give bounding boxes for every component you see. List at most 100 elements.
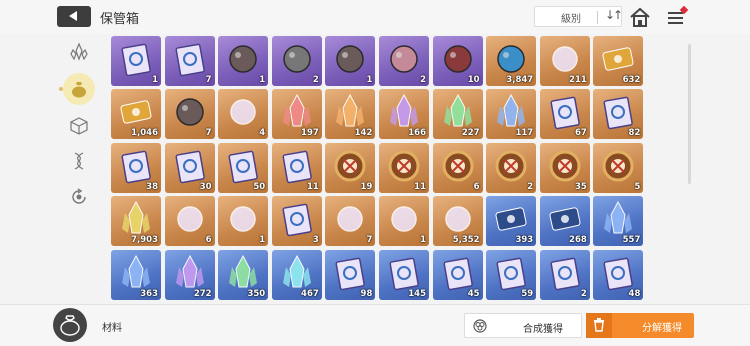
green-crystal-icon [443,94,472,127]
rock-core-icon [336,45,365,73]
inventory-item-blade-gear[interactable]: 2 [486,142,537,193]
item-count: 19 [360,181,373,192]
inventory-item-music-charm[interactable]: 5,352 [432,196,483,247]
inventory-item-violet-crystal[interactable]: 166 [379,89,429,140]
inventory-item-shield-gear[interactable]: 11 [379,142,429,193]
pink-ore-icon [390,45,418,73]
inventory-item-gold-crescent[interactable]: 4 [218,89,269,140]
item-count: 117 [515,128,534,139]
home-icon[interactable] [629,7,651,27]
synthesize-acquire-button[interactable]: 合成獲得 [464,313,582,338]
item-count: 11 [414,181,426,192]
inventory-item-green-shard[interactable]: 350 [218,249,269,300]
inventory-item-blue-shard[interactable]: 557 [593,196,644,247]
inventory-item-gold-sprout[interactable]: 7,903 [111,196,161,247]
inventory-item-blue-shard-2[interactable]: 363 [111,249,161,300]
item-count: 4 [259,128,266,139]
gold-chip-icon [120,100,152,125]
inventory-item-blue-gem[interactable]: 6 [164,196,215,247]
trash-icon [594,318,604,332]
tab-boxes[interactable] [63,110,95,142]
inventory-item-dark-eye[interactable]: 7 [164,89,215,140]
back-button[interactable] [57,6,91,27]
item-count: 6 [205,235,212,246]
cube-icon [70,117,88,135]
inventory-item-blue-cross-book[interactable]: 2 [539,249,590,300]
blue-shard-icon [604,201,633,234]
inventory-item-arrow-gear[interactable]: 35 [539,142,590,193]
sort-toggle-icon[interactable]: ↓↑ [605,8,623,22]
inventory-item-cross-gear[interactable]: 19 [325,142,376,193]
inventory-item-purple-tablet[interactable]: 1 [111,36,161,86]
blue-device-2-icon [549,207,581,231]
tab-recycle[interactable] [63,181,95,213]
inventory-item-blue-rune-book[interactable]: 45 [432,249,483,300]
inventory-item-slash-gear[interactable]: 6 [432,142,483,193]
inventory-item-shield-book[interactable]: 82 [593,89,644,140]
item-count: 197 [301,128,319,139]
inventory-item-globe-gear[interactable]: 5 [593,142,644,193]
inventory-item-dark-ore[interactable]: 1 [218,36,269,86]
item-count: 7 [366,235,373,246]
item-count: 272 [193,288,212,299]
inventory-item-blue-device-2[interactable]: 268 [539,196,590,247]
music-charm-icon [444,206,471,232]
inventory-item-white-shoes[interactable]: 1 [218,196,269,247]
inventory-item-gold-ticket[interactable]: 632 [593,36,644,86]
inventory-item-blue-core[interactable]: 3,847 [486,36,537,86]
shield-book-icon [603,97,634,130]
inventory-item-violet-shard[interactable]: 272 [164,249,215,300]
inventory-item-star-book[interactable]: 3 [271,196,322,247]
item-count: 59 [521,288,534,299]
inventory-item-blue-x-book[interactable]: 98 [325,249,376,300]
inventory-item-gold-chip[interactable]: 1,046 [111,89,161,140]
inventory-item-orange-crystal[interactable]: 142 [325,89,376,140]
inventory-item-blue-globe-book[interactable]: 48 [593,249,644,300]
item-count: 350 [247,288,266,299]
inventory-item-rune-book[interactable]: 11 [271,142,322,193]
tab-crystals[interactable] [63,36,95,68]
inventory-item-sword-book[interactable]: 67 [539,89,590,140]
decompose-acquire-button[interactable]: 分解獲得 [586,313,694,338]
inventory-item-red-crystal[interactable]: 197 [271,89,322,140]
inventory-item-blue-device[interactable]: 393 [486,196,537,247]
inventory-item-pink-ore[interactable]: 2 [379,36,429,86]
inventory-item-pink-pick[interactable]: 1 [379,196,429,247]
item-count: 1 [259,235,266,246]
inventory-item-blue-crystal[interactable]: 117 [486,89,537,140]
gold-crescent-icon [230,99,256,126]
inventory-item-blue-shield-book[interactable]: 145 [379,249,429,300]
item-count: 268 [569,235,587,246]
inventory-item-rock-core[interactable]: 1 [325,36,376,86]
inventory-item-purple-card[interactable]: 7 [164,36,215,86]
slash-gear-icon [442,150,474,182]
inventory-item-teal-orb[interactable]: 211 [539,36,590,86]
item-count: 1 [259,75,266,85]
tab-genes[interactable] [63,145,95,177]
inventory-item-cyan-shard[interactable]: 467 [271,249,322,300]
sort-label: 級別 [561,14,581,25]
inventory-item-green-crystal[interactable]: 227 [432,89,483,140]
item-count: 30 [199,181,212,192]
scrollbar[interactable] [688,44,691,184]
inventory-item-x-book[interactable]: 50 [218,142,269,193]
inventory-item-metal-sphere[interactable]: 2 [271,36,322,86]
item-count: 82 [628,128,641,139]
inventory-item-sword-book-2[interactable]: 30 [164,142,215,193]
menu-icon[interactable] [666,6,690,28]
cross-gear-icon [334,150,366,182]
item-count: 2 [527,181,534,192]
crystal-cluster-icon [70,42,88,61]
pink-pick-icon [391,206,417,232]
inventory-item-red-ore[interactable]: 10 [432,36,483,86]
item-count: 145 [408,288,426,299]
tab-materials[interactable] [59,73,95,105]
inventory-item-blue-sword-book[interactable]: 59 [486,249,537,300]
blade-gear-icon [495,150,527,182]
blue-sword-book-icon [496,257,527,290]
material-bag-avatar-icon [53,308,87,342]
inventory-item-spray-gun[interactable]: 7 [325,196,376,247]
metal-sphere-icon [283,45,311,73]
sort-dropdown[interactable]: 級別 ↓↑ [534,6,623,27]
inventory-item-target-book[interactable]: 38 [111,142,161,193]
